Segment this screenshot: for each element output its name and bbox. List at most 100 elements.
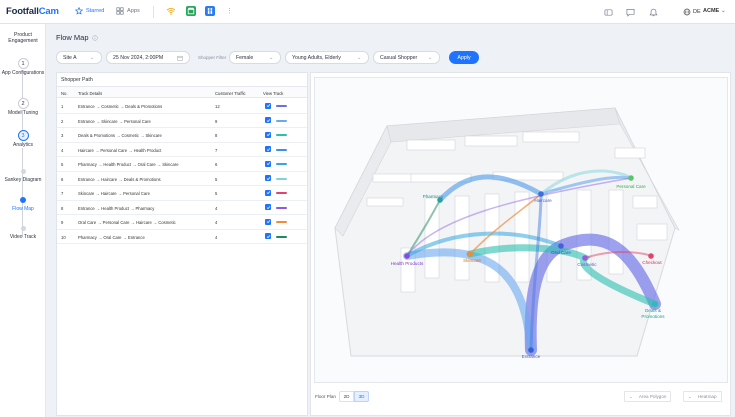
track-details: Pharmacy → Oral Care → Entrance bbox=[78, 234, 145, 240]
view-track-checkbox[interactable] bbox=[265, 146, 271, 152]
step-dot bbox=[20, 226, 26, 231]
table-row[interactable]: 5 Pharmacy → Health Product → Oral Care →… bbox=[57, 157, 307, 172]
row-number: 2 bbox=[61, 118, 64, 124]
track-color-swatch bbox=[276, 119, 287, 122]
gender-value: Female bbox=[236, 54, 254, 61]
label-pharmacy: Pharmacy bbox=[423, 194, 444, 199]
check-icon bbox=[266, 118, 270, 122]
step-number: 2 bbox=[17, 98, 29, 109]
step-app-configurations[interactable]: 1 App Configurations bbox=[0, 58, 46, 77]
camera-icon[interactable] bbox=[604, 8, 613, 17]
age-select[interactable]: Young Adults, Elderly ⌄ bbox=[285, 51, 369, 64]
view-track-checkbox[interactable] bbox=[265, 218, 271, 225]
substep-label: Sankey Diagram bbox=[4, 177, 42, 183]
track-color-swatch bbox=[276, 235, 287, 238]
view-track-checkbox[interactable] bbox=[265, 233, 271, 239]
table-row[interactable]: 1 Entrance → Cosmetic → Deals & Promotion… bbox=[57, 99, 307, 114]
heatmap-toggle[interactable]: ⌄ Heatmap bbox=[683, 391, 722, 402]
store-app-icon[interactable] bbox=[186, 6, 196, 16]
chat-icon[interactable] bbox=[626, 8, 635, 17]
step-label: App Configurations bbox=[1, 70, 45, 76]
track-color-swatch bbox=[276, 134, 287, 136]
map-footer: Floor Plan 2D 3D ⌄ Area Polygon ⌄ Heatma… bbox=[311, 386, 731, 414]
people-app-icon[interactable] bbox=[205, 6, 215, 16]
view-track-checkbox[interactable] bbox=[265, 204, 271, 210]
table-row[interactable]: 4 Haircare → Personal Care → Health Produ… bbox=[57, 143, 307, 157]
filter-bar: Site A ⌄ 25 Nov 2024, 2:00PM Shopper Fil… bbox=[56, 51, 735, 64]
date-picker[interactable]: 25 Nov 2024, 2:00PM bbox=[106, 51, 190, 64]
label-personal-care: Personal Care bbox=[616, 184, 646, 189]
more-vertical-icon[interactable]: ⋮ bbox=[226, 7, 233, 15]
gender-select[interactable]: Female ⌄ bbox=[229, 51, 281, 64]
step-label: Analytics bbox=[12, 142, 33, 148]
table-row[interactable]: 8 Entrance → Health Product → Pharmacy 4 bbox=[57, 201, 307, 215]
track-color-swatch bbox=[276, 105, 287, 107]
row-number: 3 bbox=[61, 133, 64, 138]
top-bar: FootfallCam Starred Apps ⋮ DE ACME ⌄ bbox=[0, 0, 735, 24]
flow-map-canvas[interactable]: Pharmacy Personal Care Haircare Health P… bbox=[314, 77, 728, 383]
label-oral-care: Oral Care bbox=[551, 250, 571, 255]
view-2d-button[interactable]: 2D bbox=[339, 391, 354, 402]
row-number: 9 bbox=[61, 220, 64, 225]
label-entrance: Entrance bbox=[522, 354, 541, 359]
area-polygon-toggle[interactable]: ⌄ Area Polygon bbox=[624, 391, 672, 402]
substep-video-track[interactable]: Video Track bbox=[0, 226, 46, 240]
check-icon bbox=[266, 220, 270, 224]
check-icon bbox=[266, 147, 270, 151]
heatmap-label: Heatmap bbox=[697, 394, 717, 399]
org-selector[interactable]: ACME ⌄ bbox=[703, 8, 725, 14]
view-track-checkbox[interactable] bbox=[265, 102, 271, 109]
step-number: 1 bbox=[17, 58, 29, 69]
substep-sankey-diagram[interactable]: Sankey Diagram bbox=[0, 169, 46, 183]
shopper-filter-label: Shopper Filter bbox=[198, 55, 227, 60]
step-label: Model Tuning bbox=[7, 110, 39, 116]
table-row[interactable]: 10 Pharmacy → Oral Care → Entrance 4 bbox=[57, 230, 307, 244]
table-row[interactable]: 2 Entrance → Skincare → Personal Care 9 bbox=[57, 114, 307, 128]
view-track-checkbox[interactable] bbox=[265, 160, 271, 167]
row-number: 8 bbox=[61, 205, 64, 211]
apps-nav[interactable]: Apps bbox=[116, 7, 140, 15]
bell-icon[interactable] bbox=[649, 8, 658, 17]
track-details: Pharmacy → Health Product → Oral Care → … bbox=[78, 162, 179, 167]
view-track-checkbox[interactable] bbox=[265, 131, 271, 138]
substep-flow-map[interactable]: Flow Map bbox=[0, 197, 46, 212]
site-select[interactable]: Site A ⌄ bbox=[56, 51, 102, 64]
toggle-switch-icon: ⌄ bbox=[629, 393, 633, 399]
step-model-tuning[interactable]: 2 Model Tuning bbox=[0, 98, 46, 117]
check-icon bbox=[266, 234, 270, 238]
track-details: Deals & Promotions → Cosmetic → Skincare bbox=[78, 133, 162, 138]
apps-grid-icon bbox=[116, 7, 124, 15]
shopper-type-select[interactable]: Casual Shopper ⌄ bbox=[373, 51, 440, 64]
sidebar-title: Product Engagement bbox=[8, 32, 38, 44]
track-details: Entrance → Haircare → Deals & Promotions bbox=[78, 176, 161, 182]
substep-label: Flow Map bbox=[12, 206, 34, 212]
view-track-checkbox[interactable] bbox=[265, 117, 271, 123]
shopper-path-panel: Shopper Path No. Track Details Customer … bbox=[56, 72, 308, 416]
table-header: No. Track Details Customer Traffic View … bbox=[57, 86, 307, 98]
page-title: Flow Map bbox=[56, 33, 98, 42]
brand-logo[interactable]: FootfallCam bbox=[6, 6, 59, 17]
customer-traffic: 4 bbox=[215, 234, 218, 240]
customer-traffic: 9 bbox=[215, 118, 218, 124]
view-track-checkbox[interactable] bbox=[265, 175, 271, 181]
language-selector[interactable]: DE bbox=[683, 8, 701, 16]
apply-button[interactable]: Apply bbox=[449, 51, 479, 64]
step-analytics[interactable]: 3 Analytics bbox=[0, 130, 46, 149]
table-row[interactable]: 3 Deals & Promotions → Cosmetic → Skincar… bbox=[57, 128, 307, 143]
track-details: Haircare → Personal Care → Health Produc… bbox=[78, 147, 162, 153]
table-row[interactable]: 7 Skincare → Haircare → Personal Care 5 bbox=[57, 186, 307, 201]
view-3d-button[interactable]: 3D bbox=[354, 391, 369, 402]
floor-plan-label: Floor Plan bbox=[315, 394, 336, 399]
info-icon[interactable] bbox=[91, 34, 98, 41]
starred-nav[interactable]: Starred bbox=[75, 7, 104, 15]
wifi-app-icon[interactable] bbox=[166, 6, 176, 16]
date-value: 25 Nov 2024, 2:00PM bbox=[113, 54, 164, 61]
label-cosmetic: Cosmetic bbox=[577, 262, 597, 267]
page-title-text: Flow Map bbox=[56, 33, 89, 42]
label-skincare: Skincare bbox=[463, 258, 481, 263]
track-details: Oral Care → Personal Care → Haircare → C… bbox=[78, 220, 176, 225]
table-row[interactable]: 9 Oral Care → Personal Care → Haircare → … bbox=[57, 215, 307, 230]
table-row[interactable]: 6 Entrance → Haircare → Deals & Promotion… bbox=[57, 172, 307, 186]
customer-traffic: 5 bbox=[215, 191, 218, 196]
view-track-checkbox[interactable] bbox=[265, 189, 271, 196]
